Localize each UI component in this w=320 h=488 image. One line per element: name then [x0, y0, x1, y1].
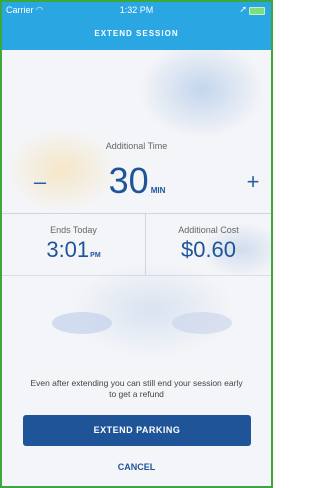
app-frame: Carrier ◠ 1:32 PM ➚ EXTEND SESSION Addit…	[0, 0, 273, 488]
map-blur-shape	[172, 312, 232, 334]
ends-time: 3:01	[46, 237, 90, 262]
map-blur-shape	[52, 312, 112, 334]
additional-cost-label: Additional Cost	[178, 225, 239, 235]
nav-bar: EXTEND SESSION	[2, 18, 271, 50]
additional-cost-value: $0.60	[180, 237, 237, 262]
additional-time-number: 30	[108, 160, 149, 201]
extend-session-panel: Additional Time – 30 MIN + Ends Today 3:0…	[2, 50, 271, 486]
cancel-button[interactable]: CANCEL	[2, 462, 271, 472]
additional-time-value: 30 MIN	[82, 160, 192, 202]
page-title: EXTEND SESSION	[94, 29, 179, 38]
ends-today-value: 3:01PM	[2, 237, 145, 263]
ends-today-label: Ends Today	[50, 225, 97, 235]
battery-icon	[249, 7, 265, 15]
additional-time-unit: MIN	[150, 186, 166, 195]
divider	[2, 213, 271, 214]
additional-time-label: Additional Time	[105, 141, 168, 151]
status-bar: Carrier ◠ 1:32 PM ➚	[2, 2, 271, 18]
increase-time-button[interactable]: +	[242, 168, 264, 196]
decrease-time-button[interactable]: –	[29, 168, 51, 196]
divider	[2, 275, 271, 276]
ends-period: PM	[90, 252, 101, 259]
location-icon: ➚	[239, 4, 247, 14]
refund-info-text: Even after extending you can still end y…	[30, 378, 243, 399]
status-time: 1:32 PM	[119, 5, 154, 15]
extend-parking-button[interactable]: EXTEND PARKING	[23, 415, 251, 446]
